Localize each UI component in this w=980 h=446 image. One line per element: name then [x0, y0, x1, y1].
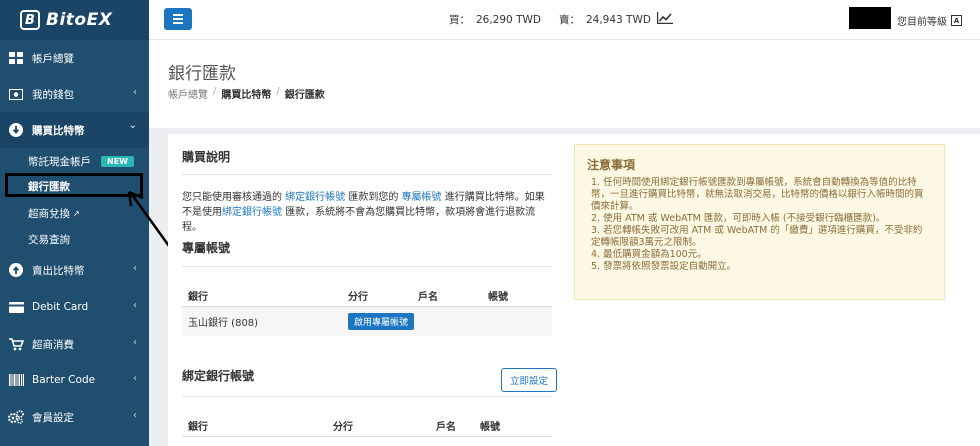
divider [182, 174, 552, 175]
desc-text: 您只能使用審核通過的 [182, 192, 282, 203]
chevron-down-icon: ⌄ [128, 120, 137, 131]
barcode-icon [8, 372, 24, 388]
chevron-left-icon: ‹ [133, 263, 137, 274]
col-header-branch: 分行 [348, 292, 368, 303]
logo[interactable]: B BitoEX [0, 0, 149, 40]
col-header-bank: 銀行 [188, 422, 208, 433]
divider [182, 396, 552, 397]
chevron-left-icon: ‹ [133, 87, 137, 98]
cart-icon [8, 336, 24, 352]
external-link-icon: ↗ [73, 208, 80, 218]
sidebar-item-label: 我的錢包 [32, 88, 74, 101]
sidebar-item-label: Barter Code [32, 374, 96, 386]
sidebar-item-member-settings[interactable]: 會員設定 ‹ [0, 399, 149, 435]
wallet-icon [8, 86, 24, 102]
page-title: 銀行匯款 [168, 64, 236, 84]
chevron-left-icon: ‹ [133, 410, 137, 421]
main-card: 購買說明 您只能使用審核通過的 綁定銀行帳號 匯款到您的 專屬帳號 進行購買比特… [168, 134, 980, 446]
menu-toggle-button[interactable] [164, 8, 192, 30]
breadcrumb: 帳戶總覽 / 購買比特幣 / 銀行匯款 [168, 86, 325, 101]
sidebar-item-barter-code[interactable]: Barter Code ‹ [0, 362, 149, 398]
dedicated-account-title: 專屬帳號 [182, 241, 231, 255]
card-icon [8, 299, 24, 315]
divider [182, 436, 552, 437]
new-badge: NEW [101, 155, 134, 167]
col-header-account-number: 帳號 [488, 292, 508, 303]
bound-bank-account-title: 綁定銀行帳號 [182, 369, 255, 383]
col-header-account-number: 帳號 [480, 422, 500, 433]
col-header-branch: 分行 [333, 422, 353, 433]
bound-account-link[interactable]: 綁定銀行帳號 [285, 192, 345, 203]
buy-price: 26,290 TWD [476, 13, 541, 26]
buy-label: 買： [449, 14, 470, 26]
sidebar-item-label: Debit Card [32, 301, 89, 313]
dashboard-icon [8, 50, 24, 66]
notice-item: 2. 使用 ATM 或 WebATM 匯款，可即時入帳 (不接受銀行臨櫃匯款)。 [591, 213, 886, 224]
notice-title: 注意事項 [587, 158, 636, 172]
level-a-icon: A [951, 15, 962, 26]
sidebar-item-label: 購買比特幣 [32, 124, 85, 137]
chevron-left-icon: ‹ [133, 337, 137, 348]
notice-box: 注意事項 1. 任何時間使用綁定銀行帳號匯款到專屬帳號，系統會自動轉換為等值的比… [574, 144, 945, 300]
breadcrumb-buy-bitcoin[interactable]: 購買比特幣 [221, 86, 271, 101]
col-header-bank: 銀行 [188, 292, 208, 303]
page-header: 銀行匯款 帳戶總覽 / 購買比特幣 / 銀行匯款 [149, 40, 980, 128]
user-level-label: 您目前等級 [897, 17, 947, 28]
notice-item: 3. 若您轉帳失敗可改用 ATM 或 WebATM 的「繳費」選項進行購買，不受… [591, 225, 923, 248]
logo-text: BitoEX [46, 10, 113, 30]
chart-line-icon[interactable] [656, 12, 673, 27]
chevron-left-icon: ‹ [133, 300, 137, 311]
col-header-account-name: 戶名 [436, 422, 456, 433]
sidebar-item-wallet[interactable]: 我的錢包 ‹ [0, 76, 149, 112]
chevron-left-icon: ‹ [133, 373, 137, 384]
divider [182, 306, 552, 307]
purchase-instructions-title: 購買說明 [182, 150, 231, 164]
submenu-item-label: 超商兌換 [28, 207, 70, 220]
breadcrumb-dashboard[interactable]: 帳戶總覽 [168, 86, 208, 101]
user-name-redacted [849, 7, 891, 29]
topbar: 買： 26,290 TWD 賣： 24,943 TWD 您目前等級 A [149, 0, 980, 40]
desc-text: 匯款到您的 [348, 192, 399, 203]
setup-now-button[interactable]: 立即設定 [501, 368, 558, 392]
purchase-instructions-text: 您只能使用審核通過的 綁定銀行帳號 匯款到您的 專屬帳號 進行購買比特幣。如果不… [182, 190, 554, 235]
sidebar-item-label: 超商消費 [32, 338, 74, 351]
notice-item: 1. 任何時間使用綁定銀行帳號匯款到專屬帳號，系統會自動轉換為等值的比特幣，一旦… [591, 177, 924, 212]
activate-dedicated-account-button[interactable]: 啟用專屬帳號 [348, 313, 415, 330]
sidebar-item-sell-bitcoin[interactable]: 賣出比特幣 ‹ [0, 252, 149, 288]
download-icon [8, 122, 24, 138]
sell-label: 賣： [558, 14, 580, 26]
sidebar-item-dashboard[interactable]: 帳戶總覽 [0, 40, 149, 76]
bank-name-cell: 玉山銀行 (808) [188, 318, 259, 329]
breadcrumb-separator: / [213, 86, 217, 97]
col-header-account-name: 戶名 [418, 292, 438, 303]
submenu-item-label: 交易查詢 [28, 233, 70, 246]
breadcrumb-bank-transfer: 銀行匯款 [284, 90, 325, 101]
sidebar-item-convenience-spend[interactable]: 超商消費 ‹ [0, 326, 149, 362]
price-ticker: 買： 26,290 TWD 賣： 24,943 TWD [449, 12, 673, 27]
breadcrumb-separator: / [276, 86, 280, 97]
bound-account-link[interactable]: 綁定銀行帳號 [222, 207, 282, 218]
gears-icon [8, 409, 24, 425]
sidebar-item-buy-bitcoin[interactable]: 購買比特幣 ⌄ [0, 112, 149, 148]
dedicated-account-link[interactable]: 專屬帳號 [402, 192, 442, 203]
divider [182, 266, 552, 267]
submenu-item-cash-account[interactable]: 幣託現金帳戶 NEW [0, 148, 149, 174]
notice-item: 5. 發票將依照發票設定自動開立。 [591, 261, 737, 272]
sidebar-item-debit-card[interactable]: Debit Card ‹ [0, 289, 149, 325]
upload-icon [8, 262, 24, 278]
user-level[interactable]: 您目前等級 A [897, 13, 962, 28]
sell-price: 24,943 TWD [585, 13, 651, 26]
sidebar-item-label: 賣出比特幣 [32, 264, 85, 277]
submenu-item-label: 幣託現金帳戶 [28, 155, 91, 168]
highlight-box [5, 173, 143, 197]
notice-item: 4. 最低購買金額為100元。 [591, 249, 707, 260]
sidebar-item-label: 帳戶總覽 [32, 52, 74, 65]
notice-list: 1. 任何時間使用綁定銀行帳號匯款到專屬帳號，系統會自動轉換為等值的比特幣，一旦… [591, 177, 931, 273]
logo-icon: B [20, 10, 40, 30]
sidebar-item-label: 會員設定 [32, 411, 74, 424]
